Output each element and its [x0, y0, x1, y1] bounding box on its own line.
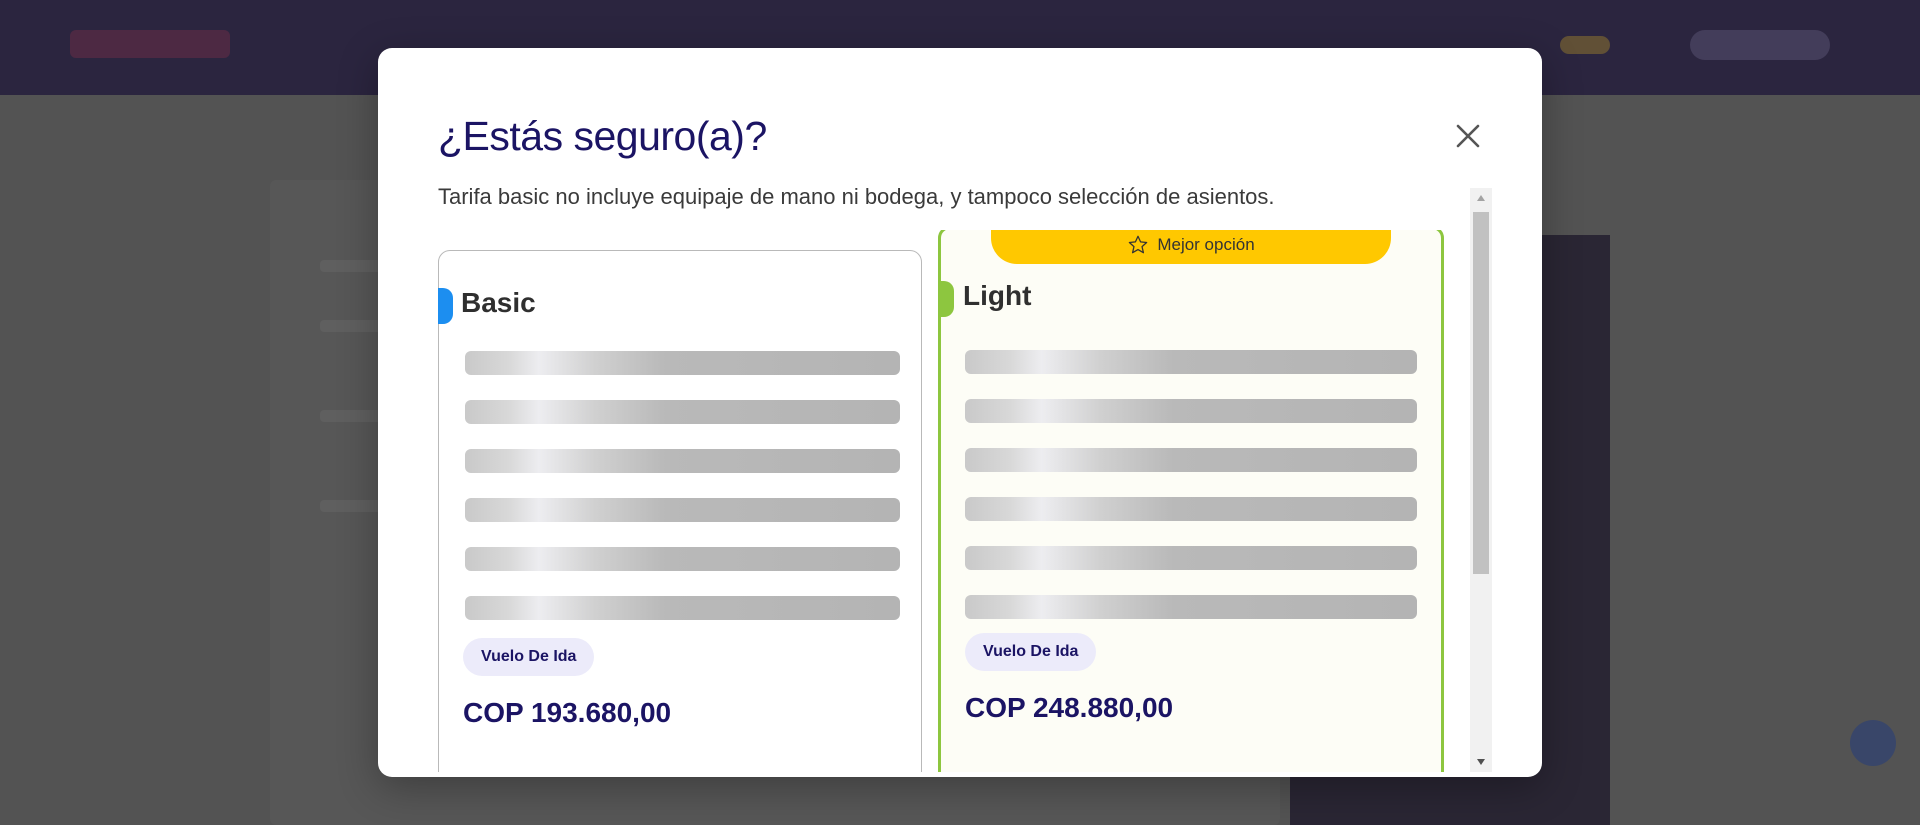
skeleton-line [965, 595, 1417, 619]
trip-type-tag: Vuelo De Ida [463, 638, 595, 676]
best-option-badge: Mejor opción [991, 230, 1391, 264]
trip-type-tag: Vuelo De Ida [965, 633, 1097, 671]
triangle-up-icon [1477, 195, 1485, 201]
skeleton-line [965, 448, 1417, 472]
fare-comparison[interactable]: Basic Vuelo De Ida COP 193.680,00 Mejor … [438, 230, 1494, 772]
scrollbar-thumb[interactable] [1473, 212, 1489, 574]
fare-price: COP 193.680,00 [463, 697, 672, 728]
skeleton-line [465, 351, 900, 375]
skeleton-line [465, 498, 900, 522]
skeleton-line [965, 546, 1417, 570]
fare-name: Light [963, 280, 1032, 311]
scroll-down-arrow[interactable] [1470, 752, 1492, 772]
scroll-up-arrow[interactable] [1470, 188, 1492, 208]
benefits-skeleton [465, 351, 900, 645]
close-icon [1456, 124, 1480, 148]
skeleton-line [465, 596, 900, 620]
fare-card-light[interactable]: Mejor opción Light Vuelo De Ida COP 248.… [938, 230, 1444, 772]
confirm-modal: ¿Estás seguro(a)? Tarifa basic no incluy… [378, 48, 1542, 777]
star-icon [1129, 235, 1148, 254]
fare-marker [938, 281, 954, 317]
skeleton-line [465, 400, 900, 424]
modal-scrollbar[interactable] [1470, 188, 1492, 772]
skeleton-line [465, 449, 900, 473]
skeleton-line [965, 350, 1417, 374]
skeleton-line [965, 497, 1417, 521]
skeleton-line [465, 547, 900, 571]
fare-marker [438, 288, 453, 324]
fare-card-basic[interactable]: Basic Vuelo De Ida COP 193.680,00 [438, 250, 922, 772]
modal-title: ¿Estás seguro(a)? [438, 113, 767, 159]
modal-description: Tarifa basic no incluye equipaje de mano… [438, 184, 1275, 209]
fare-price: COP 248.880,00 [965, 692, 1174, 723]
triangle-down-icon [1477, 759, 1485, 765]
fare-name: Basic [461, 287, 536, 318]
close-button[interactable] [1448, 116, 1488, 156]
best-option-label: Mejor opción [1157, 235, 1255, 254]
skeleton-line [965, 399, 1417, 423]
benefits-skeleton [965, 350, 1417, 644]
